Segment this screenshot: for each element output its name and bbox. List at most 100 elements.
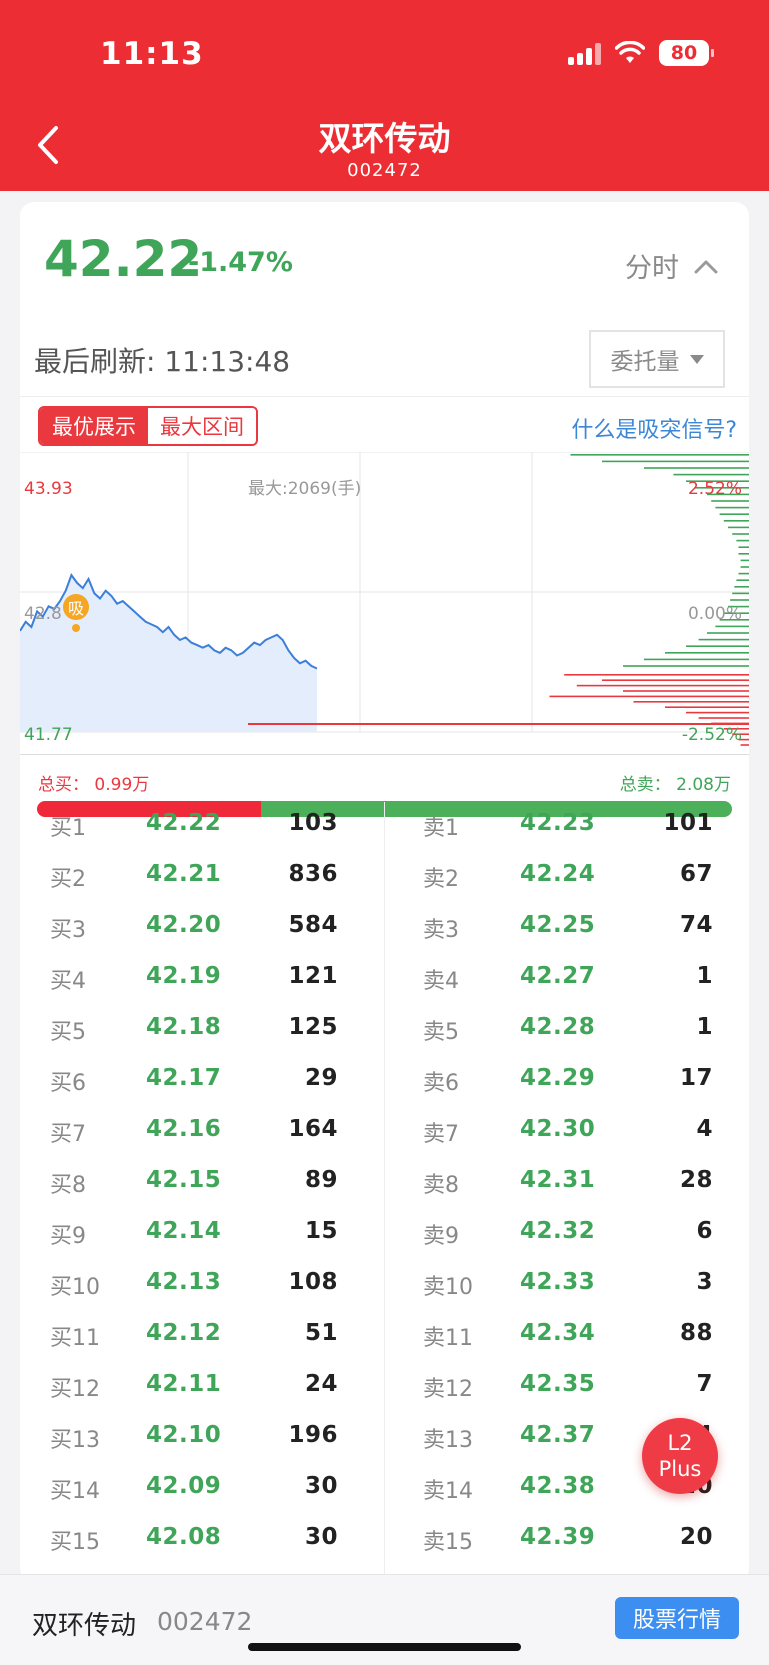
home-indicator [248, 1643, 521, 1651]
sell-depth-bar [715, 625, 749, 628]
bid-vol: 121 [288, 963, 338, 989]
l2-plus-button[interactable]: L2 Plus [642, 1418, 718, 1494]
sell-depth-bar [732, 533, 749, 535]
tab-best-display[interactable]: 最优展示 [40, 408, 148, 444]
ask-label: 卖6 [423, 1071, 459, 1096]
ask-row: 卖3 42.25 74 [403, 902, 743, 953]
sell-depth-bar [740, 559, 749, 562]
bid-vol: 51 [304, 1320, 338, 1346]
price-low-label: 41.77 [24, 725, 73, 745]
battery-icon: 80 [659, 40, 714, 66]
signal-help-link[interactable]: 什么是吸突信号? [571, 412, 737, 444]
bid-vol: 125 [288, 1014, 338, 1040]
divider [20, 396, 749, 397]
bid-row: 买11 42.12 51 [20, 1310, 360, 1361]
buy-depth-bar [665, 706, 749, 708]
bid-price: 42.13 [146, 1269, 222, 1295]
app-header: 11:13 80 双环传动 002472 [0, 0, 769, 191]
bid-price: 42.21 [146, 861, 222, 887]
timeshare-toggle[interactable]: 分时 [625, 246, 719, 285]
ask-price: 42.30 [520, 1116, 596, 1142]
ask-vol: 3 [696, 1269, 713, 1295]
bid-row: 买13 42.10 196 [20, 1412, 360, 1463]
ask-vol: 74 [679, 912, 713, 938]
ask-label: 卖5 [423, 1020, 459, 1045]
ask-label: 卖7 [423, 1122, 459, 1147]
bid-price: 42.11 [146, 1371, 222, 1397]
entrust-dropdown[interactable]: 委托量 [589, 330, 725, 388]
buy-depth-bar [623, 690, 749, 692]
ask-label: 卖8 [423, 1173, 459, 1198]
bid-label: 买15 [50, 1530, 100, 1555]
ask-price: 42.28 [520, 1014, 596, 1040]
ask-vol: 4 [696, 1116, 713, 1142]
bid-row: 买3 42.20 584 [20, 902, 360, 953]
ask-label: 卖13 [423, 1428, 473, 1453]
bid-label: 买10 [50, 1275, 100, 1300]
bid-row: 买4 42.19 121 [20, 953, 360, 1004]
bid-price: 42.20 [146, 912, 222, 938]
ask-label: 卖10 [423, 1275, 473, 1300]
bid-row: 买5 42.18 125 [20, 1004, 360, 1055]
ask-price: 42.37 [520, 1422, 596, 1448]
bid-label: 买3 [50, 918, 86, 943]
bid-label: 买5 [50, 1020, 86, 1045]
max-volume-label: 最大:2069(手) [248, 479, 361, 499]
stock-quote-button[interactable]: 股票行情 [615, 1597, 739, 1639]
tab-max-range[interactable]: 最大区间 [148, 408, 256, 444]
ask-price: 42.25 [520, 912, 596, 938]
bid-row: 买14 42.09 30 [20, 1463, 360, 1514]
ask-row: 卖5 42.28 1 [403, 1004, 743, 1055]
chevron-up-icon [694, 260, 718, 273]
bid-price: 42.10 [146, 1422, 222, 1448]
sell-depth-bar [740, 566, 749, 568]
ask-vol: 20 [679, 1524, 713, 1550]
divider [20, 754, 749, 755]
ask-vol: 101 [663, 810, 713, 836]
bid-row: 买6 42.17 29 [20, 1055, 360, 1106]
sell-depth-bar [738, 553, 749, 555]
bid-label: 买11 [50, 1326, 100, 1351]
bid-vol: 196 [288, 1422, 338, 1448]
sell-depth-bar [730, 599, 749, 601]
ask-price: 42.24 [520, 861, 596, 887]
bid-row: 买10 42.13 108 [20, 1259, 360, 1310]
bid-row: 买1 42.22 103 [20, 800, 360, 851]
bid-vol: 164 [288, 1116, 338, 1142]
sell-depth-bar [623, 665, 749, 667]
bottom-stock-code: 002472 [157, 1607, 253, 1636]
sell-depth-bar [711, 500, 749, 502]
plus-label: Plus [658, 1457, 702, 1481]
buy-depth-bar [686, 711, 749, 714]
l2-label: L2 [667, 1431, 693, 1455]
total-sell: 总卖： 2.08万 [619, 775, 731, 795]
ask-vol: 6 [696, 1218, 713, 1244]
sell-depth-bar [602, 460, 749, 463]
ask-label: 卖2 [423, 867, 459, 892]
bid-vol: 89 [304, 1167, 338, 1193]
buy-depth-bar [576, 684, 749, 687]
sell-depth-bar [734, 586, 749, 588]
sell-depth-bar [644, 658, 749, 661]
sell-depth-bar [728, 526, 749, 529]
sell-depth-bar [673, 473, 749, 476]
pct-low-label: -2.52% [682, 725, 742, 745]
bid-label: 买14 [50, 1479, 100, 1504]
bid-vol: 836 [288, 861, 338, 887]
bid-row: 买12 42.11 24 [20, 1361, 360, 1412]
sell-depth-bar [698, 638, 749, 641]
ask-row: 卖4 42.27 1 [403, 953, 743, 1004]
cellular-signal-icon [568, 41, 601, 65]
ask-label: 卖12 [423, 1377, 473, 1402]
ask-row: 卖1 42.23 101 [403, 800, 743, 851]
bid-price: 42.08 [146, 1524, 222, 1550]
status-time: 11:13 [100, 36, 204, 72]
sell-depth-bar [736, 539, 749, 542]
divider [384, 802, 385, 1582]
ask-label: 卖4 [423, 969, 459, 994]
bid-vol: 103 [288, 810, 338, 836]
sell-depth-bar [707, 632, 749, 634]
ask-vol: 88 [679, 1320, 713, 1346]
bid-vol: 24 [304, 1371, 338, 1397]
ask-vol: 7 [696, 1371, 713, 1397]
